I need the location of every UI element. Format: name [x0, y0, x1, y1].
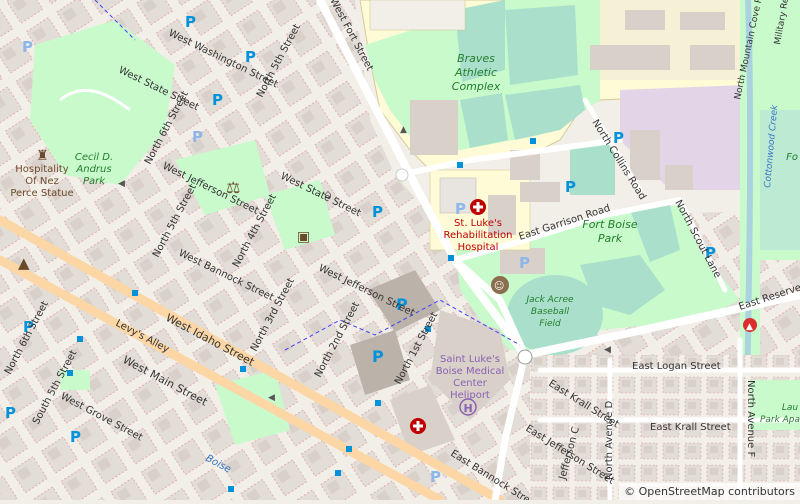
label-braves-3: Complex	[452, 80, 501, 93]
hospital-marker-boise[interactable]	[410, 418, 426, 434]
building	[410, 100, 458, 155]
parking-icon[interactable]: P	[22, 38, 33, 56]
label-jack-acree-3: Field	[539, 319, 561, 329]
label-rehab-3: Hospital	[458, 242, 499, 253]
svg-text:☺: ☺	[494, 281, 504, 292]
map-canvas[interactable]: P P P P P P P P P P P P P P P P P H ☺ ⚖	[0, 0, 800, 504]
label-east-logan: East Logan Street	[632, 361, 721, 372]
building	[630, 130, 660, 180]
parking-icon[interactable]: P	[70, 428, 81, 446]
bus-stop[interactable]	[346, 446, 352, 452]
bus-stop[interactable]	[457, 162, 463, 168]
svg-text:◀: ◀	[268, 393, 275, 403]
theatre-icon[interactable]: ☺	[491, 276, 509, 294]
bus-stop[interactable]	[448, 255, 454, 261]
parking-icon[interactable]: P	[455, 200, 466, 218]
athletic-field-2	[505, 5, 578, 85]
label-fo: Fo	[786, 152, 798, 163]
fire-station-icon[interactable]: ▲	[743, 318, 757, 332]
bus-stop[interactable]	[132, 290, 138, 296]
svg-text:◀: ◀	[604, 345, 611, 355]
svg-text:H: H	[464, 402, 473, 415]
label-boise-mc-3: Center	[453, 378, 488, 389]
label-lau-2: Park Apa	[760, 415, 800, 425]
roundabout-north	[395, 168, 409, 182]
parking-icon[interactable]: P	[565, 178, 576, 196]
map-attribution[interactable]: © OpenStreetMap contributors	[619, 483, 800, 500]
label-jack-acree-1: Jack Acree	[524, 295, 574, 305]
label-rehab-1: St. Luke's	[454, 218, 502, 229]
label-fort-boise-1: Fort Boise	[582, 218, 637, 231]
label-north-avenue-f: North Avenue F	[745, 380, 756, 457]
label-lau-1: Lau	[782, 403, 799, 413]
label-hospitality-3: Perce Statue	[10, 188, 73, 199]
building-block	[369, 0, 466, 31]
bus-stop[interactable]	[77, 336, 83, 342]
label-hospitality-2: Of Nez	[25, 176, 58, 187]
label-cecil-1: Cecil D.	[75, 152, 113, 163]
label-east-krall-2: East Krall Street	[650, 422, 731, 433]
label-cecil-3: Park	[83, 176, 106, 187]
statue-icon[interactable]: ♜	[36, 148, 49, 164]
rehab-building	[488, 195, 516, 235]
building	[590, 45, 670, 70]
bus-stop[interactable]	[530, 138, 536, 144]
building	[680, 12, 725, 30]
label-hospitality-1: Hospitality	[15, 164, 69, 175]
bus-stop[interactable]	[240, 366, 246, 372]
bus-stop[interactable]	[228, 486, 234, 492]
building	[625, 10, 665, 30]
svg-text:▲: ▲	[400, 125, 407, 135]
town-hall-icon[interactable]: ▲	[18, 254, 30, 272]
parking-icon[interactable]: P	[372, 203, 383, 221]
building	[665, 165, 693, 190]
svg-text:▲: ▲	[746, 322, 753, 332]
label-fort-boise-2: Park	[598, 232, 623, 245]
parking-icon[interactable]: P	[212, 91, 223, 109]
bus-stop[interactable]	[335, 470, 341, 476]
label-cecil-2: Andrus	[75, 164, 111, 175]
hospital-marker-rehab[interactable]	[470, 199, 486, 215]
label-rehab-2: Rehabilitation	[443, 230, 512, 241]
label-boise-mc-1: Saint Luke's	[440, 354, 500, 365]
map-svg[interactable]: P P P P P P P P P P P P P P P P P H ☺ ⚖	[0, 0, 800, 504]
bus-stop[interactable]	[375, 400, 381, 406]
label-braves-2: Athletic	[454, 66, 497, 79]
svg-text:▣: ▣	[297, 229, 310, 245]
svg-text:▲: ▲	[18, 254, 30, 272]
parking-icon[interactable]: P	[430, 468, 441, 486]
label-boise-mc-4: Heliport	[450, 390, 490, 401]
parking-icon[interactable]: P	[519, 254, 530, 272]
building	[690, 45, 735, 70]
roundabout-south	[517, 349, 533, 365]
parking-icon[interactable]: P	[5, 404, 16, 422]
library-icon[interactable]: ▣	[297, 229, 310, 245]
svg-text:◀: ◀	[118, 179, 125, 189]
label-boise-mc-2: Boise Medical	[436, 366, 505, 377]
parking-icon[interactable]: P	[192, 128, 203, 146]
label-braves-1: Braves	[457, 52, 495, 65]
building	[520, 182, 560, 202]
label-north-avenue-d: North Avenue D	[604, 401, 615, 480]
parking-icon[interactable]: P	[372, 347, 384, 366]
parking-icon[interactable]: P	[185, 13, 196, 31]
parking-icon[interactable]: P	[245, 48, 256, 66]
svg-text:♜: ♜	[36, 148, 49, 164]
label-jack-acree-2: Baseball	[531, 307, 570, 317]
